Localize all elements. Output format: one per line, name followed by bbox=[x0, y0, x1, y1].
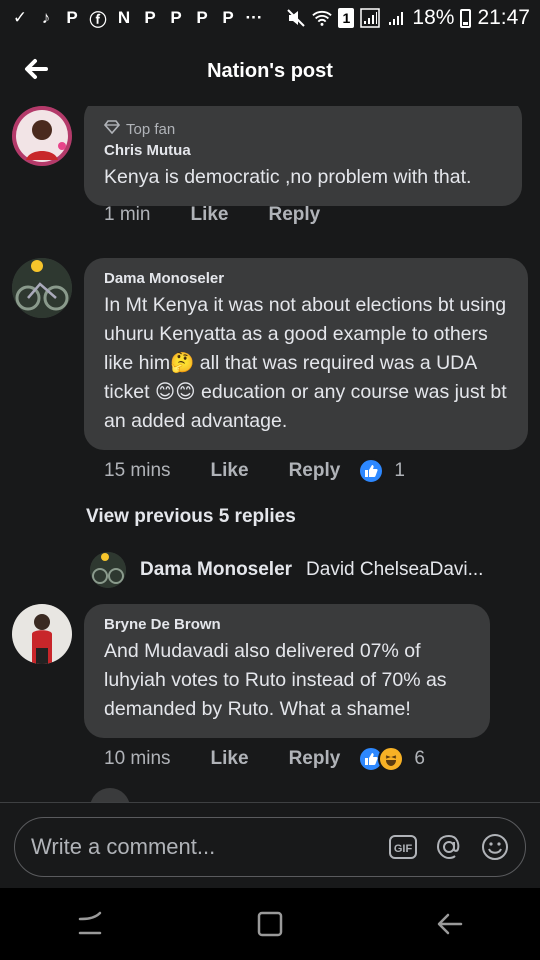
comment-time[interactable]: 10 mins bbox=[104, 748, 171, 770]
notification-icons: ✓ ♪ P ⓕ N P P P P ··· bbox=[10, 8, 264, 30]
avatar[interactable] bbox=[90, 788, 130, 802]
signal-icon bbox=[360, 8, 381, 28]
comment-bubble[interactable]: Top fan Chris Mutua Kenya is democratic … bbox=[84, 106, 522, 206]
signal-icon bbox=[386, 8, 406, 28]
emoji-icon[interactable] bbox=[481, 833, 509, 861]
comment-text: Kenya is democratic ,no problem with tha… bbox=[104, 166, 472, 188]
reply-preview[interactable]: Dama Monoseler David ChelseaDavi... bbox=[90, 552, 483, 588]
avatar[interactable] bbox=[90, 552, 126, 588]
clock: 21:47 bbox=[477, 6, 530, 29]
check-mark-icon: ✓ bbox=[12, 8, 28, 27]
reply-button[interactable]: Reply bbox=[289, 460, 341, 482]
back-arrow-icon[interactable] bbox=[20, 54, 52, 84]
reply-button[interactable]: Reply bbox=[289, 748, 341, 770]
comment-composer-bar: GIF bbox=[0, 802, 540, 888]
status-bar: ✓ ♪ P ⓕ N P P P P ··· 1 18% 21:47 bbox=[0, 0, 540, 36]
comment-bubble[interactable]: Bryne De Brown And Mudavadi also deliver… bbox=[84, 604, 490, 738]
wifi-icon bbox=[312, 8, 333, 28]
avatar[interactable] bbox=[12, 106, 72, 166]
like-reaction-icon[interactable] bbox=[358, 458, 385, 484]
composer-icons: GIF bbox=[389, 833, 509, 861]
p-app-icon: P bbox=[144, 8, 156, 27]
page-title: Nation's post bbox=[207, 59, 333, 82]
haha-reaction-icon[interactable] bbox=[378, 746, 405, 772]
diamond-icon bbox=[103, 120, 121, 138]
tiktok-icon: ♪ bbox=[41, 8, 51, 27]
home-icon[interactable] bbox=[250, 904, 290, 944]
comment-text: In Mt Kenya it was not about elections b… bbox=[104, 294, 507, 432]
p-app-icon: P bbox=[196, 8, 208, 27]
mention-icon[interactable] bbox=[435, 833, 463, 861]
facebook-icon: ⓕ bbox=[89, 10, 107, 30]
top-fan-badge: Top fan bbox=[103, 120, 502, 138]
comment-composer[interactable]: GIF bbox=[14, 817, 526, 877]
avatar[interactable] bbox=[12, 604, 72, 664]
more-dots-icon: ··· bbox=[245, 8, 263, 27]
avatar[interactable] bbox=[12, 258, 72, 318]
comment-author[interactable]: Bryne De Brown bbox=[104, 616, 470, 633]
system-navigation-bar bbox=[0, 888, 540, 960]
comment-text: And Mudavadi also delivered 07% of luhyi… bbox=[104, 640, 447, 720]
reaction-count[interactable]: 1 bbox=[394, 460, 405, 482]
p-app-icon: P bbox=[222, 8, 234, 27]
app-header: Nation's post bbox=[0, 36, 540, 106]
comment-author[interactable]: Chris Mutua bbox=[104, 142, 502, 159]
comment-time[interactable]: 1 min bbox=[104, 204, 150, 226]
battery-percent: 18% bbox=[412, 6, 455, 29]
comment-input[interactable] bbox=[31, 834, 389, 860]
reply-text: David ChelseaDavi... bbox=[306, 559, 484, 580]
comment-actions: 10 mins Like Reply 6 bbox=[104, 746, 425, 772]
reply-button[interactable]: Reply bbox=[269, 204, 321, 226]
battery-icon bbox=[460, 8, 472, 28]
recents-icon[interactable] bbox=[70, 904, 110, 944]
comment-time[interactable]: 15 mins bbox=[104, 460, 171, 482]
reply-author[interactable]: Dama Monoseler bbox=[140, 559, 292, 581]
like-button[interactable]: Like bbox=[211, 460, 249, 482]
like-button[interactable]: Like bbox=[211, 748, 249, 770]
mute-icon bbox=[286, 8, 306, 28]
comment-list[interactable]: Top fan Chris Mutua Kenya is democratic … bbox=[0, 106, 540, 802]
system-status: 1 18% 21:47 bbox=[286, 6, 530, 30]
badge-label: Top fan bbox=[126, 120, 176, 138]
back-icon[interactable] bbox=[430, 904, 470, 944]
comment-actions: 1 min Like Reply bbox=[104, 204, 336, 226]
comment-actions: 15 mins Like Reply 1 bbox=[104, 458, 405, 484]
p-app-icon: P bbox=[170, 8, 182, 27]
sim-badge: 1 bbox=[338, 8, 355, 28]
view-previous-replies[interactable]: View previous 5 replies bbox=[86, 506, 296, 528]
reaction-count[interactable]: 6 bbox=[414, 748, 425, 770]
like-button[interactable]: Like bbox=[190, 204, 228, 226]
svg-text:GIF: GIF bbox=[394, 843, 413, 855]
gif-icon[interactable]: GIF bbox=[389, 833, 417, 861]
comment-bubble[interactable]: Dama Monoseler In Mt Kenya it was not ab… bbox=[84, 258, 528, 450]
p-app-icon: P bbox=[66, 8, 78, 27]
comment-author[interactable]: Dama Monoseler bbox=[104, 270, 508, 287]
news-icon: N bbox=[117, 8, 131, 27]
